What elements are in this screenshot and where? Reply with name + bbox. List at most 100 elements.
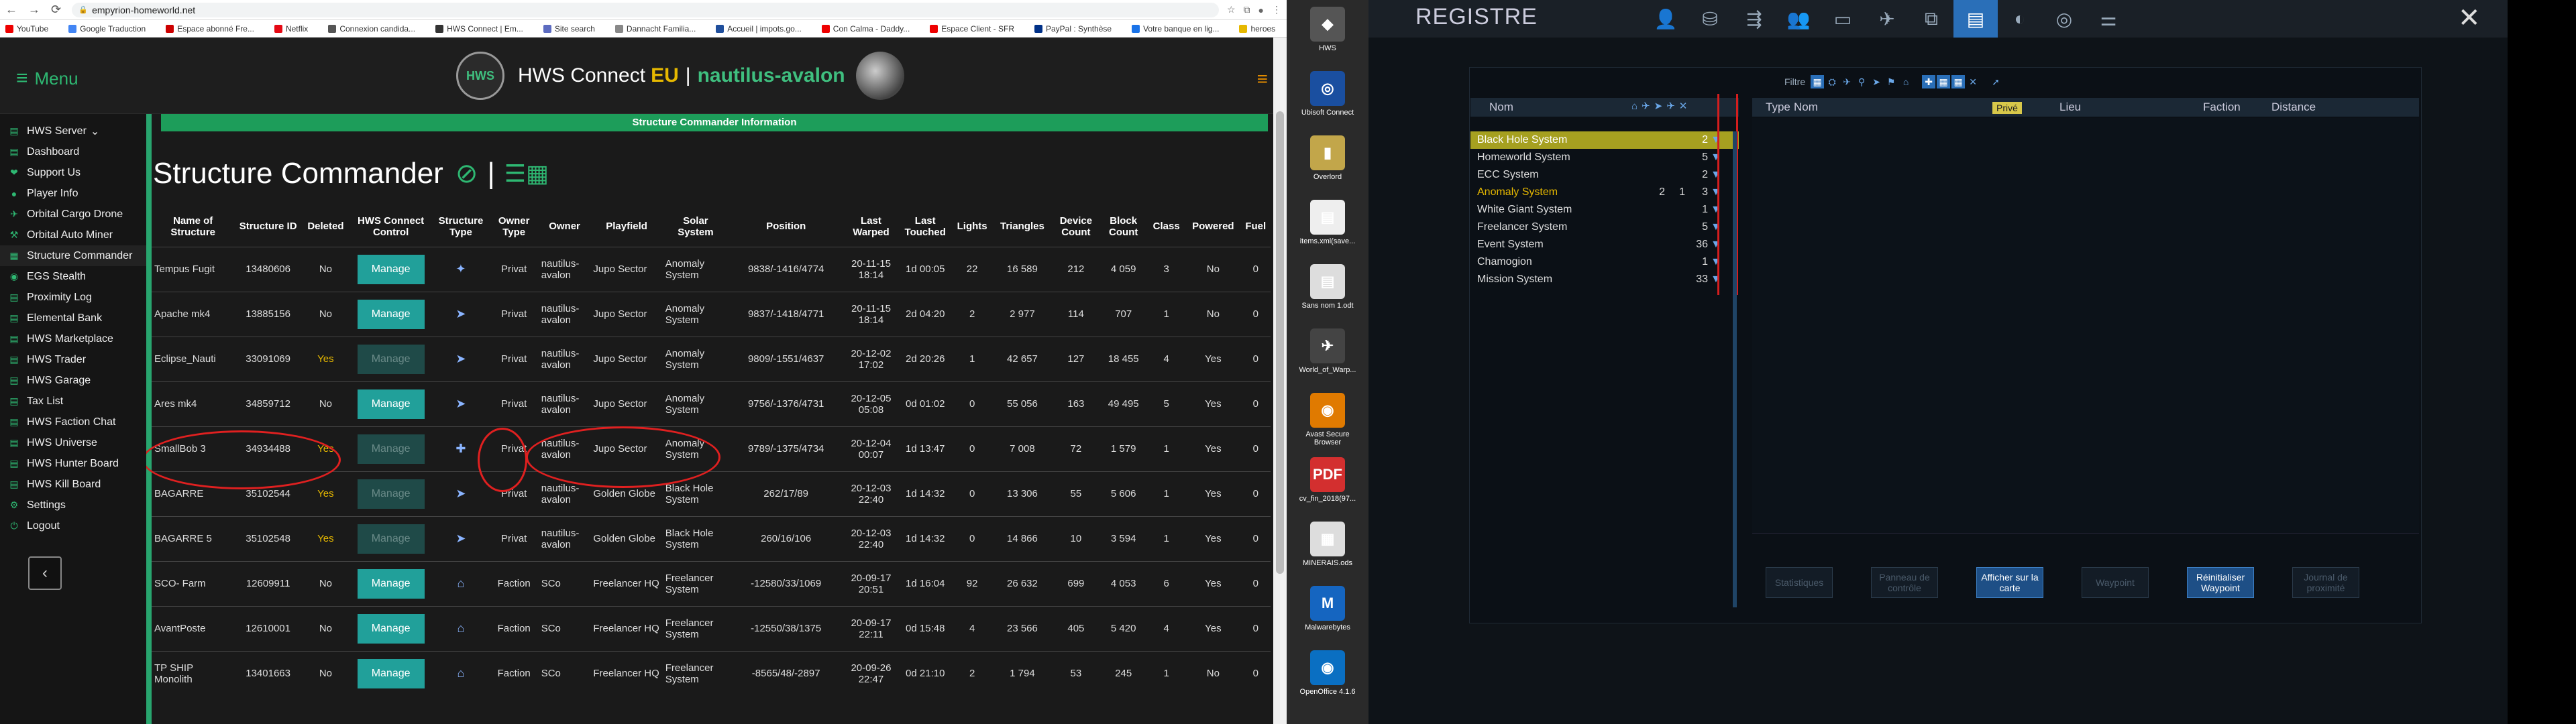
desktop-icon[interactable]: ◉ OpenOffice 4.1.6 [1292, 650, 1363, 696]
filter-icon[interactable]: ➚ [1989, 75, 2002, 88]
game-button-3[interactable]: Waypoint [2082, 567, 2149, 598]
sidebar-item-hws-kill-board[interactable]: ▤ HWS Kill Board [0, 474, 146, 495]
list-item[interactable]: Chamogion 1 ▼ [1470, 253, 1739, 271]
sidebar-item-orbital-auto-miner[interactable]: ⚒ Orbital Auto Miner [0, 225, 146, 245]
column-header[interactable]: Owner [539, 206, 591, 247]
bookmark-item[interactable]: Votre banque en lig... [1132, 24, 1219, 34]
column-header[interactable]: Triangles [992, 206, 1052, 247]
table-row[interactable]: Ares mk4 34859712 No Manage ➤ Privat nautilus-… [152, 381, 1271, 426]
col-lieu[interactable]: Lieu [2059, 101, 2081, 114]
column-header[interactable]: Structure ID [234, 206, 302, 247]
sidebar-item-settings[interactable]: ⚙ Settings [0, 495, 146, 516]
column-header[interactable]: Owner Type [490, 206, 539, 247]
column-header[interactable]: Playfield [590, 206, 662, 247]
sidebar-item-structure-commander[interactable]: ▦ Structure Commander [0, 245, 146, 266]
col-faction[interactable]: Faction [2203, 101, 2241, 114]
tab-compass[interactable]: ◐ [1998, 0, 2042, 38]
chevron-down-icon[interactable]: ▼ [1711, 256, 1721, 268]
column-header[interactable]: HWS Connect Control [350, 206, 432, 247]
tab-registry[interactable]: ▤ [1953, 0, 1998, 38]
sidebar-item-hws-faction-chat[interactable]: ▤ HWS Faction Chat [0, 412, 146, 432]
list-item[interactable]: Event System 36 ▼ [1470, 236, 1739, 253]
sidebar-item-tax-list[interactable]: ▤ Tax List [0, 391, 146, 412]
chevron-down-icon[interactable]: ▼ [1711, 204, 1721, 216]
column-header[interactable]: Block Count [1099, 206, 1147, 247]
desktop-icon[interactable]: ▤ Sans nom 1.odt [1292, 264, 1363, 310]
manage-button[interactable]: Manage [357, 658, 425, 688]
reload-icon[interactable]: ⟳ [51, 3, 61, 17]
tab-puzzle[interactable]: ⧉ [1909, 0, 1953, 38]
table-row[interactable]: Tempus Fugit 13480606 No Manage ✦ Privat nauti… [152, 246, 1271, 292]
profile-icon[interactable]: ● [1258, 5, 1264, 15]
column-header[interactable]: Structure Type [432, 206, 489, 247]
tab-galaxy[interactable]: ◎ [2042, 0, 2086, 38]
table-row[interactable]: BAGARRE 35102544 Yes Manage ➤ Privat nautilus-… [152, 471, 1271, 516]
chevron-down-icon[interactable]: ▼ [1711, 134, 1721, 146]
sidebar-item-player-info[interactable]: ● Player Info [0, 183, 146, 204]
chevron-down-icon[interactable]: ▼ [1711, 152, 1721, 164]
column-header[interactable]: Fuel [1240, 206, 1271, 247]
page-scrollbar[interactable] [1273, 38, 1287, 724]
column-header[interactable]: Powered [1185, 206, 1240, 247]
tab-sliders[interactable]: ⚌ [2086, 0, 2131, 38]
filter-icon[interactable]: ✚ [1922, 75, 1936, 88]
sidebar-item-hws-marketplace[interactable]: ▤ HWS Marketplace [0, 328, 146, 349]
column-header[interactable]: Class [1147, 206, 1185, 247]
sidebar-item-dashboard[interactable]: ▤ Dashboard [0, 141, 146, 162]
bookmark-item[interactable]: Connexion candida... [328, 24, 415, 34]
col-nom[interactable]: Nom [1794, 101, 1818, 114]
bookmark-item[interactable]: Espace abonné Fre... [166, 24, 254, 34]
table-row[interactable]: Apache mk4 13885156 No Manage ➤ Privat nautilu… [152, 291, 1271, 337]
column-header[interactable]: Position [729, 206, 843, 247]
scrollbar-thumb[interactable] [1276, 111, 1284, 574]
sidebar-item-logout[interactable]: ⏻ Logout [0, 516, 146, 536]
filter-icon[interactable]: ✕ [1966, 75, 1980, 88]
table-row[interactable]: BAGARRE 5 35102548 Yes Manage ➤ Privat nautilu… [152, 516, 1271, 561]
bookmark-item[interactable]: Google Traduction [68, 24, 146, 34]
chevron-down-icon[interactable]: ▼ [1711, 169, 1721, 181]
desktop-icon[interactable]: M Malwarebytes [1292, 586, 1363, 631]
manage-button[interactable]: Manage [357, 568, 425, 599]
bookmark-item[interactable]: Dannacht Familia... [614, 24, 696, 34]
right-menu-icon[interactable]: ≡ [1257, 68, 1268, 90]
list-item[interactable]: Freelancer System 5 ▼ [1470, 219, 1739, 236]
table-row[interactable]: AvantPoste 12610001 No Manage ⌂ Faction SCo Fre… [152, 605, 1271, 651]
eye-slash-icon[interactable]: ⊘ [455, 158, 478, 189]
sidebar-item-orbital-cargo-drone[interactable]: ✈ Orbital Cargo Drone [0, 204, 146, 225]
list-item[interactable]: White Giant System 1 ▼ [1470, 201, 1739, 219]
column-header[interactable]: Device Count [1052, 206, 1099, 247]
filter-icon[interactable]: ✈ [1840, 75, 1854, 88]
bookmark-item[interactable]: Netflix [274, 24, 308, 34]
table-row[interactable]: SmallBob 3 34934488 Yes Manage ✚ Privat nautil… [152, 426, 1271, 471]
manage-button[interactable]: Manage [357, 254, 425, 284]
filter-icon[interactable]: ⚑ [1884, 75, 1898, 88]
tab-book[interactable]: ▭ [1821, 0, 1865, 38]
extension-icon[interactable]: ⧉ [1244, 4, 1250, 15]
desktop-icon[interactable]: ▮ Overlord [1292, 135, 1363, 181]
col-distance[interactable]: Distance [2271, 101, 2316, 114]
filter-icon[interactable]: ▦ [1937, 75, 1951, 88]
game-button-2[interactable]: Afficher sur la carte [1976, 567, 2043, 598]
system-list-scrollbar[interactable] [1733, 131, 1737, 607]
game-button-5[interactable]: Journal de proximité [2292, 567, 2359, 598]
sidebar-item-support-us[interactable]: ❤ Support Us [0, 162, 146, 183]
column-header[interactable]: Lights [952, 206, 993, 247]
sidebar-item-hws-trader[interactable]: ▤ HWS Trader [0, 349, 146, 370]
column-header[interactable]: Name of Structure [152, 206, 234, 247]
tab-user[interactable]: 👤 [1644, 0, 1688, 38]
filter-icon[interactable]: ➤ [1870, 75, 1883, 88]
bookmark-item[interactable]: YouTube [5, 24, 48, 34]
desktop-icon[interactable]: ✈ World_of_Warp... [1292, 328, 1363, 374]
list-item[interactable]: ECC System 2 ▼ [1470, 166, 1739, 184]
desktop-icon[interactable]: ◉ Avast Secure Browser [1292, 393, 1363, 446]
star-icon[interactable]: ☆ [1227, 4, 1236, 15]
menu-button[interactable]: ≡ Menu [16, 67, 78, 90]
close-icon[interactable]: ✕ [2458, 3, 2481, 34]
filter-icon[interactable]: ⚲ [1855, 75, 1868, 88]
desktop-icon[interactable]: ◆ HWS [1292, 7, 1363, 52]
list-item[interactable]: Mission System 33 ▼ [1470, 271, 1739, 288]
chevron-down-icon[interactable]: ▼ [1711, 221, 1721, 233]
sidebar-item-elemental-bank[interactable]: ▤ Elemental Bank [0, 308, 146, 328]
table-row[interactable]: SCO- Farm 12609911 No Manage ⌂ Faction SCo Free… [152, 560, 1271, 606]
table-row[interactable]: TP SHIP Monolith 13401663 No Manage ⌂ Faction… [152, 650, 1271, 696]
